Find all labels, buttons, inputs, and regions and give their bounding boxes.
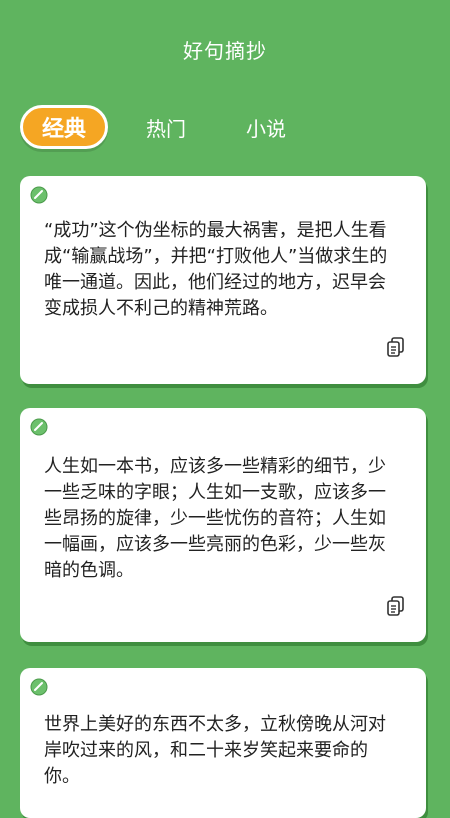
pin-icon xyxy=(30,678,48,696)
quote-text: 世界上美好的东西不太多，立秋傍晚从河对岸吹过来的风，和二十来岁笑起来要命的你。 xyxy=(44,714,386,787)
copy-icon[interactable] xyxy=(386,595,406,617)
category-tabs: 经典 热门 小说 xyxy=(20,104,286,150)
quote-text: 人生如一本书，应该多一些精彩的细节，少一些乏味的字眼；人生如一支歌，应该多一些昂… xyxy=(44,456,386,581)
title-bar: 好句摘抄 xyxy=(0,0,450,100)
tab-hot[interactable]: 热门 xyxy=(146,105,186,149)
page-title: 好句摘抄 xyxy=(183,38,267,63)
pin-icon xyxy=(30,418,48,436)
pin-icon xyxy=(30,186,48,204)
quote-card: “成功”这个伪坐标的最大祸害，是把人生看成“输赢战场”，并把“打败他人”当做求生… xyxy=(20,176,426,384)
tab-novel[interactable]: 小说 xyxy=(246,105,286,149)
copy-icon[interactable] xyxy=(386,336,406,358)
quote-card: 人生如一本书，应该多一些精彩的细节，少一些乏味的字眼；人生如一支歌，应该多一些昂… xyxy=(20,408,426,642)
quote-card: 世界上美好的东西不太多，立秋傍晚从河对岸吹过来的风，和二十来岁笑起来要命的你。 xyxy=(20,668,426,818)
quote-text: “成功”这个伪坐标的最大祸害，是把人生看成“输赢战场”，并把“打败他人”当做求生… xyxy=(44,220,388,319)
tab-classic[interactable]: 经典 xyxy=(20,105,108,149)
